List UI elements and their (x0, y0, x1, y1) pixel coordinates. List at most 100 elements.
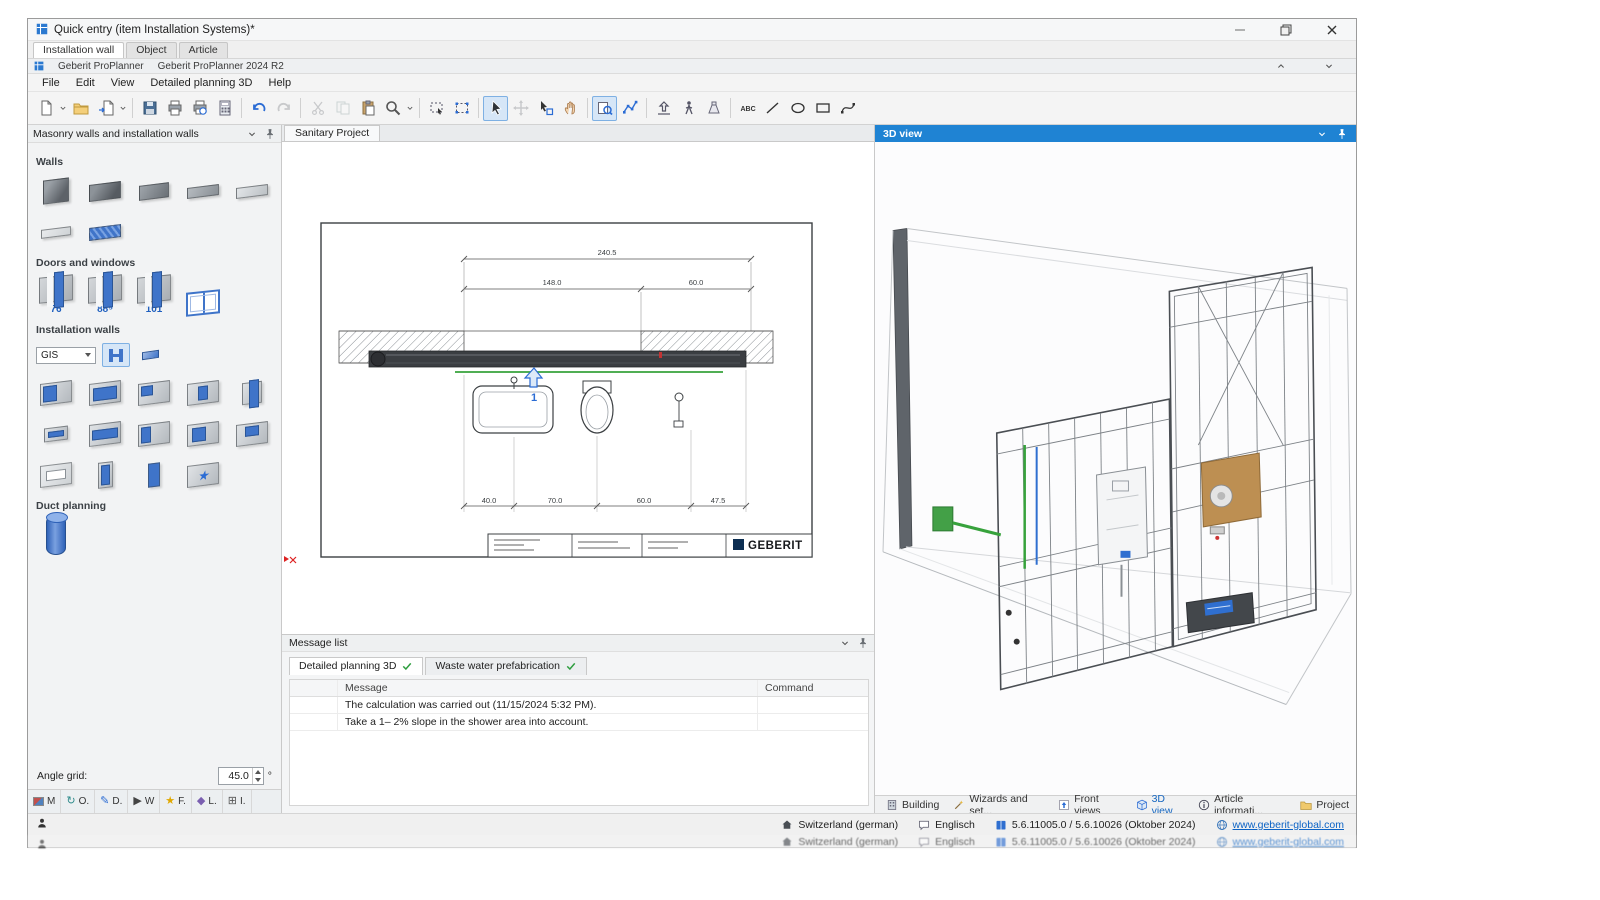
palette-item-cube[interactable] (36, 175, 76, 207)
view-tab-front-views[interactable]: Front views (1051, 796, 1128, 813)
palette-item-i6[interactable] (36, 418, 76, 450)
tab-installation-wall[interactable]: Installation wall (33, 42, 124, 58)
tab-article[interactable]: Article (179, 42, 228, 58)
zoom-detail-button[interactable] (592, 96, 617, 121)
draw-rectangle-button[interactable] (810, 96, 835, 121)
draw-ellipse-button[interactable] (785, 96, 810, 121)
draw-line-button[interactable] (760, 96, 785, 121)
palette-item-door-101[interactable]: 101 (134, 276, 174, 315)
import-document-dropdown[interactable] (118, 96, 128, 121)
palette-tab-m[interactable]: M (28, 790, 61, 813)
palette-item-i5[interactable] (232, 377, 272, 409)
palette-tab-w[interactable]: ▶W (128, 790, 160, 813)
calculator-button[interactable] (212, 96, 237, 121)
palette-item-i2[interactable] (85, 377, 125, 409)
save-button[interactable] (137, 96, 162, 121)
message-tab-detailed-planning-3d[interactable]: Detailed planning 3D (289, 657, 423, 675)
menu-view[interactable]: View (103, 75, 143, 91)
gis-combo[interactable]: GIS (36, 347, 96, 364)
palette-item-window[interactable] (183, 291, 223, 315)
status-www-geberit-global-com[interactable]: www.geberit-global.com (1216, 818, 1344, 830)
install-view-slab-button[interactable] (136, 343, 164, 367)
undo-button[interactable] (246, 96, 271, 121)
view-tab-3d-view[interactable]: 3D view (1129, 796, 1191, 813)
view3d-canvas[interactable] (875, 142, 1356, 795)
palette-item-i12[interactable] (85, 459, 125, 491)
open-folder-button[interactable] (68, 96, 93, 121)
user-icon[interactable] (36, 817, 48, 829)
ribbon-expand-button[interactable] (1312, 60, 1346, 72)
angle-grid-input[interactable]: 45.0 (218, 767, 264, 785)
cursor-select-button[interactable] (483, 96, 508, 121)
message-list-pin-icon[interactable] (857, 637, 869, 649)
selection-frame-button[interactable] (449, 96, 474, 121)
cut-button[interactable] (305, 96, 330, 121)
window-close-button[interactable] (1322, 22, 1342, 38)
view3d-dropdown-icon[interactable] (1316, 127, 1328, 139)
palette-tab-o[interactable]: ↻O. (61, 790, 95, 813)
palette-item-flat[interactable] (36, 216, 76, 248)
palette-item-slab[interactable] (85, 175, 125, 207)
palette-item-i10[interactable] (232, 418, 272, 450)
message-tab-waste-water-prefabrication[interactable]: Waste water prefabrication (425, 657, 587, 675)
palette-item-i4[interactable] (183, 377, 223, 409)
palette-item-magic[interactable]: ★ (183, 459, 223, 491)
walkthrough-button[interactable] (676, 96, 701, 121)
copy-button[interactable] (330, 96, 355, 121)
palette-item-panel[interactable] (183, 175, 223, 207)
new-document-button[interactable] (33, 96, 58, 121)
draw-curve-button[interactable] (835, 96, 860, 121)
view3d-pin-icon[interactable] (1336, 127, 1348, 139)
palette-tab-f[interactable]: ★F. (160, 790, 192, 813)
palette-item-slab2[interactable] (134, 175, 174, 207)
paste-button[interactable] (355, 96, 380, 121)
palette-item-i9[interactable] (183, 418, 223, 450)
palette-item-bluehatch[interactable] (85, 216, 125, 248)
palette-tab-l[interactable]: ◆L. (192, 790, 223, 813)
menu-help[interactable]: Help (261, 75, 300, 91)
palette-item-i8[interactable] (134, 418, 174, 450)
elevation-button[interactable] (651, 96, 676, 121)
menu-file[interactable]: File (34, 75, 68, 91)
new-document-dropdown[interactable] (58, 96, 68, 121)
view-tab-building[interactable]: Building (879, 796, 946, 813)
angle-grid-up-button[interactable] (253, 768, 263, 776)
palette-item-i1[interactable] (36, 377, 76, 409)
document-tab[interactable]: Sanitary Project (284, 125, 380, 141)
pan-hand-button[interactable] (558, 96, 583, 121)
palette-dropdown-icon[interactable] (246, 127, 258, 139)
zoom-dropdown[interactable] (405, 96, 415, 121)
palette-item-i3[interactable] (134, 377, 174, 409)
menu-detailed-planning-3d[interactable]: Detailed planning 3D (142, 75, 260, 91)
ribbon-collapse-button[interactable] (1264, 60, 1298, 72)
palette-tab-d[interactable]: ✎D. (95, 790, 128, 813)
tab-object[interactable]: Object (126, 42, 176, 58)
redo-button[interactable] (271, 96, 296, 121)
move-button[interactable] (508, 96, 533, 121)
table-row[interactable]: Take a 1– 2% slope in the shower area in… (290, 714, 868, 731)
print-preview-button[interactable] (187, 96, 212, 121)
selection-dashed-button[interactable] (424, 96, 449, 121)
view-tab-wizards-and-set[interactable]: Wizards and set... (946, 796, 1051, 813)
palette-item-door-76[interactable]: 76 (36, 276, 76, 315)
palette-item-duct[interactable] (36, 519, 76, 551)
fitting-button[interactable] (701, 96, 726, 121)
zoom-button[interactable] (380, 96, 405, 121)
palette-tab-i[interactable]: ⊞I. (223, 790, 252, 813)
angle-grid-down-button[interactable] (253, 776, 263, 784)
polyline-edit-button[interactable] (617, 96, 642, 121)
palette-item-i13[interactable] (134, 459, 174, 491)
message-list-dropdown-icon[interactable] (839, 637, 851, 649)
import-document-button[interactable] (93, 96, 118, 121)
install-view-profile-button[interactable] (102, 343, 130, 367)
text-abc-button[interactable]: ABC (735, 96, 760, 121)
palette-pin-icon[interactable] (264, 127, 276, 139)
print-button[interactable] (162, 96, 187, 121)
palette-item-i11[interactable] (36, 459, 76, 491)
window-restore-button[interactable] (1276, 22, 1296, 38)
palette-item-door-88[interactable]: 88⁵ (85, 276, 125, 315)
menu-edit[interactable]: Edit (68, 75, 103, 91)
select-object-button[interactable] (533, 96, 558, 121)
view-tab-project[interactable]: Project (1293, 796, 1356, 813)
drawing-canvas[interactable]: 240.5 148.0 60.0 (282, 142, 876, 634)
